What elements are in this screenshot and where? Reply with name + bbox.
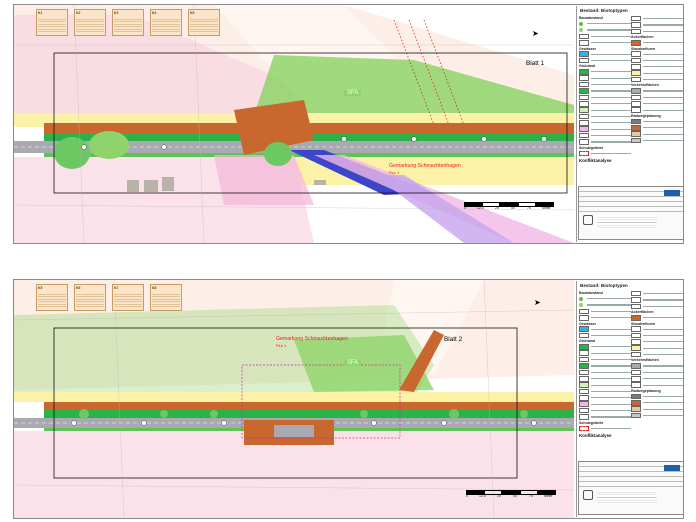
legend-panel-1: Bestand: Biotoptypen Baumbestand Gewässe… (576, 6, 683, 242)
note-box[interactable]: K7 (112, 284, 144, 311)
map-sheet-2: K5 K6 K7 K8 SFA Blatt 2 Gemarkung Schmac… (13, 279, 684, 519)
legend-section: Konfliktanalyse (579, 432, 612, 438)
scale-label: 50 (513, 494, 517, 498)
seal (583, 490, 593, 500)
scale-label: 75 (529, 494, 533, 498)
note-box[interactable]: K4 (150, 9, 182, 36)
sfa-label: SFA (344, 360, 362, 366)
note-box[interactable]: K3 (112, 9, 144, 36)
note-box[interactable]: K5 (188, 9, 220, 36)
seal (583, 215, 593, 225)
sfa-label: SFA (344, 90, 362, 96)
conflict-notes-2: K5 K6 K7 K8 (36, 284, 188, 311)
legend-section: Konfliktanalyse (579, 157, 612, 163)
scale-label: 12,5 (477, 206, 484, 210)
scale-label: 12,5 (479, 494, 486, 498)
scale-label: 25 (495, 206, 499, 210)
legend-title: Bestand: Biotoptypen (580, 283, 628, 288)
blatt-label: Blatt 2 (444, 336, 463, 343)
scale-label: Meter (544, 494, 553, 498)
flur-label: Flur 1 (276, 343, 287, 348)
gemarkung-label: Gemarkung Schmachtenhagen (276, 336, 348, 342)
map-drawing-2 (14, 280, 574, 518)
legend-panel-2: Bestand: Biotoptypen Baumbestand Gewässe… (576, 281, 683, 517)
note-box[interactable]: K1 (36, 9, 68, 36)
scale-label: Meter (542, 206, 551, 210)
scale-label: 25 (497, 494, 501, 498)
note-box[interactable]: K6 (74, 284, 106, 311)
logo (664, 190, 680, 196)
scale-label: 0 (466, 494, 468, 498)
note-box[interactable]: K8 (150, 284, 182, 311)
scale-label: 75 (527, 206, 531, 210)
map-area-2[interactable]: K5 K6 K7 K8 SFA Blatt 2 Gemarkung Schmac… (14, 280, 574, 518)
north-arrow-icon: ➤ (534, 298, 541, 307)
conflict-notes-1: K1 K2 K3 K4 K5 (36, 9, 226, 36)
logo (664, 465, 680, 471)
blatt-label: Blatt 1 (526, 60, 545, 67)
map-drawing-1 (14, 5, 574, 243)
note-box[interactable]: K5 (36, 284, 68, 311)
scale-label: 0 (464, 206, 466, 210)
flur-label: Flur 1 (389, 170, 400, 175)
note-box[interactable]: K2 (74, 9, 106, 36)
map-area-1[interactable]: K1 K2 K3 K4 K5 SFA Blatt 1 Gemarkung Sch… (14, 5, 574, 243)
north-arrow-icon: ➤ (532, 29, 539, 38)
title-block-1 (578, 186, 683, 240)
gemarkung-label: Gemarkung Schmachtenhagen (389, 163, 461, 169)
scale-label: 50 (511, 206, 515, 210)
map-sheet-1: K1 K2 K3 K4 K5 SFA Blatt 1 Gemarkung Sch… (13, 4, 684, 244)
legend-title: Bestand: Biotoptypen (580, 8, 628, 13)
title-block-2 (578, 461, 683, 515)
